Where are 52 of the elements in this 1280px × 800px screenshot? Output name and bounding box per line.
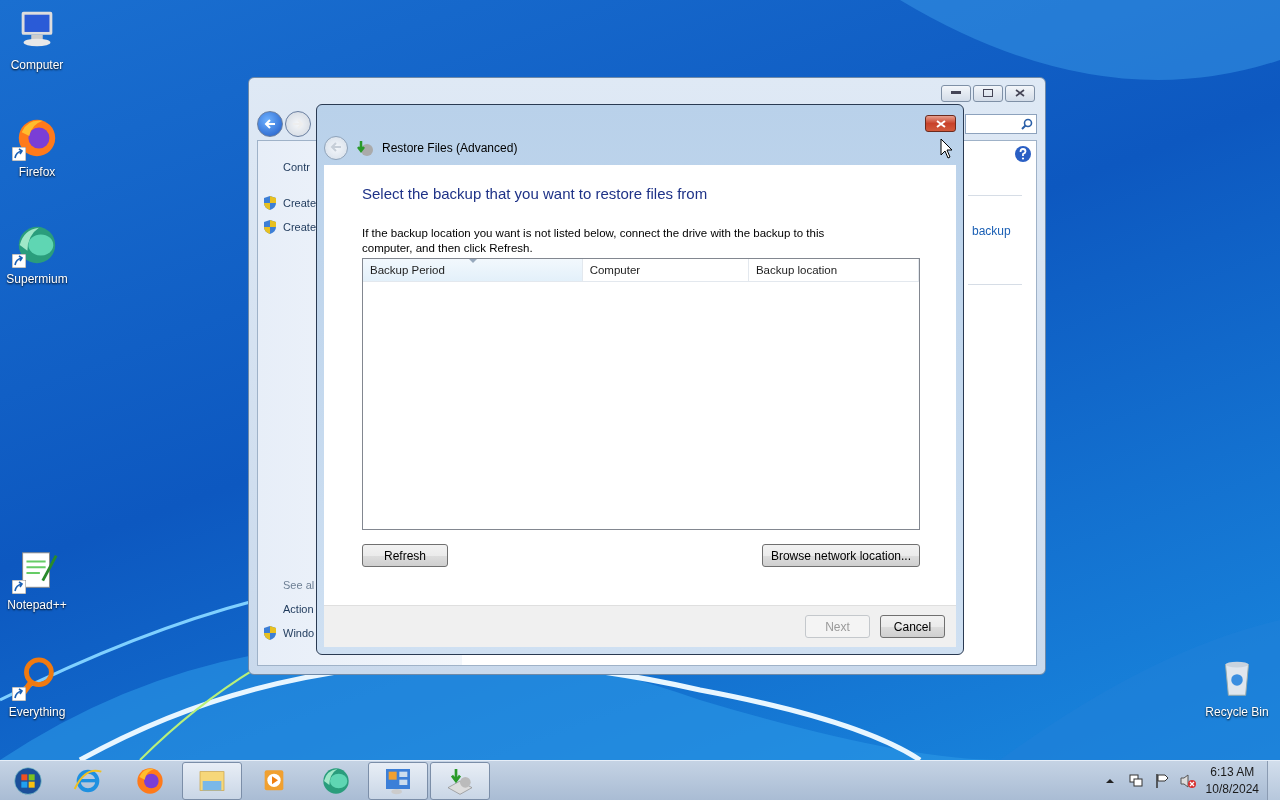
search-icon (1021, 118, 1033, 130)
taskbar-button[interactable] (368, 761, 428, 800)
back-button[interactable] (257, 111, 283, 137)
minimize-icon (951, 91, 961, 95)
search-field[interactable] (965, 114, 1037, 134)
instruction-text: If the backup location you want is not listed below, connect the drive with the backup to this computer, and then click Refresh. (362, 226, 826, 256)
link[interactable]: backup (972, 224, 1011, 238)
refresh-button[interactable]: Refresh (362, 544, 448, 567)
backup-list[interactable]: Backup Period Computer Backup location (362, 258, 920, 530)
forward-button[interactable] (285, 111, 311, 137)
close-button[interactable] (1005, 84, 1035, 102)
backup-icon (356, 139, 374, 157)
shield-icon (263, 195, 277, 211)
clock[interactable]: 6:13 AM 10/8/2024 (1205, 763, 1259, 798)
desktop-icon-label: Notepad++ (7, 598, 67, 612)
close-icon (935, 119, 946, 128)
close-button[interactable] (925, 115, 956, 132)
cancel-button[interactable]: Cancel (880, 615, 945, 638)
column-header[interactable]: Backup location (748, 259, 919, 282)
dialog-heading: Select the backup that you want to restore files from (362, 185, 709, 202)
section-heading: See al (283, 579, 315, 591)
desktop-icon-label: Supermium (6, 272, 68, 286)
muted-speaker-icon[interactable] (1179, 772, 1196, 789)
help-icon[interactable] (1014, 145, 1032, 163)
windows-logo-icon (12, 764, 44, 797)
arrow-left-icon (264, 118, 276, 130)
nav-link[interactable]: Create (283, 221, 317, 233)
close-icon (1015, 89, 1025, 97)
taskbar-button[interactable] (430, 761, 490, 800)
desktop-icon-label: Everything (8, 705, 66, 719)
minimize-button[interactable] (941, 84, 971, 102)
nav-link[interactable]: Windo (283, 627, 315, 639)
flag-icon[interactable] (1153, 772, 1170, 789)
desktop-icon-label: Recycle Bin (1205, 705, 1269, 719)
taskbar-button[interactable] (182, 761, 242, 800)
sort-arrow-icon (469, 259, 477, 264)
nav-link[interactable]: Action (283, 603, 314, 615)
desktop-icon-label: Firefox (18, 165, 56, 179)
nav-link[interactable]: Contr (283, 161, 310, 173)
column-header[interactable]: Backup Period (363, 259, 583, 282)
shield-icon (263, 219, 277, 235)
maximize-icon (983, 89, 993, 97)
maximize-button[interactable] (973, 84, 1003, 102)
network-icon[interactable] (1127, 772, 1144, 789)
window-title: Restore Files (Advanced) (382, 141, 518, 155)
column-header[interactable]: Computer (582, 259, 749, 282)
desktop-icon-label: Computer (10, 58, 64, 72)
mouse-cursor-icon (940, 138, 954, 160)
shield-icon (263, 625, 277, 641)
browse-button[interactable]: Browse network location... (761, 544, 920, 567)
nav-link[interactable]: Create (283, 197, 317, 209)
arrow-left-icon (330, 140, 342, 153)
